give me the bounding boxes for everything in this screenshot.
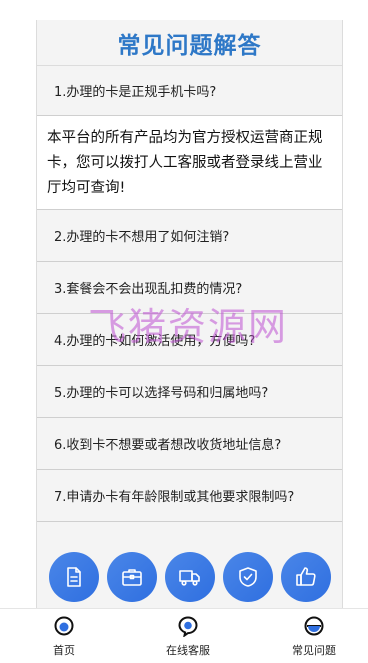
- faq-question-label: 5.办理的卡可以选择号码和归属地吗?: [54, 386, 269, 401]
- chat-icon: [178, 616, 198, 637]
- home-icon: [54, 616, 74, 636]
- truck-shortcut-button[interactable]: [165, 552, 215, 602]
- shield-shortcut-button[interactable]: [223, 552, 273, 602]
- faq-question-5[interactable]: 5.办理的卡可以选择号码和归属地吗?: [37, 366, 342, 418]
- tab-faq-label: 常见问题: [292, 644, 336, 657]
- shortcut-row: [37, 538, 342, 608]
- faq-question-label: 6.收到卡不想要或者想改收货地址信息?: [54, 438, 282, 453]
- faq-question-label: 7.申请办卡有年龄限制或其他要求限制吗?: [54, 490, 295, 505]
- truck-icon: [179, 570, 200, 586]
- tab-online-service[interactable]: 在线客服: [160, 609, 216, 663]
- thumbs-up-icon: [296, 567, 316, 586]
- briefcase-shortcut-button[interactable]: [107, 552, 157, 602]
- document-icon: [67, 567, 81, 587]
- thumbs-up-shortcut-button[interactable]: [281, 552, 331, 602]
- faq-icon: [304, 616, 324, 636]
- faq-question-2[interactable]: 2.办理的卡不想用了如何注销?: [37, 210, 342, 262]
- tab-online-service-label: 在线客服: [166, 644, 210, 657]
- faq-question-label: 3.套餐会不会出现乱扣费的情况?: [54, 282, 243, 297]
- faq-question-label: 2.办理的卡不想用了如何注销?: [54, 230, 230, 245]
- faq-question-1[interactable]: 1.办理的卡是正规手机卡吗?: [37, 66, 342, 116]
- tab-faq[interactable]: 常见问题: [286, 609, 342, 663]
- faq-question-3[interactable]: 3.套餐会不会出现乱扣费的情况?: [37, 262, 342, 314]
- document-shortcut-button[interactable]: [49, 552, 99, 602]
- briefcase-icon: [122, 569, 142, 586]
- faq-question-label: 1.办理的卡是正规手机卡吗?: [54, 85, 217, 100]
- faq-panel: 常见问题解答 1.办理的卡是正规手机卡吗? 本平台的所有产品均为官方授权运营商正…: [36, 20, 343, 608]
- faq-question-label: 4.办理的卡如何激活使用，方便吗?: [54, 334, 256, 349]
- faq-question-7[interactable]: 7.申请办卡有年龄限制或其他要求限制吗?: [37, 470, 342, 522]
- shield-check-icon: [239, 567, 257, 587]
- faq-question-6[interactable]: 6.收到卡不想要或者想改收货地址信息?: [37, 418, 342, 470]
- tab-home[interactable]: 首页: [44, 609, 84, 663]
- page-title: 常见问题解答: [37, 20, 342, 66]
- tab-home-label: 首页: [53, 644, 75, 657]
- bottom-tab-bar: 首页 在线客服 常见问题: [0, 608, 368, 663]
- faq-question-4[interactable]: 4.办理的卡如何激活使用，方便吗?: [37, 314, 342, 366]
- faq-answer-1: 本平台的所有产品均为官方授权运营商正规卡，您可以拨打人工客服或者登录线上营业厅均…: [37, 116, 342, 210]
